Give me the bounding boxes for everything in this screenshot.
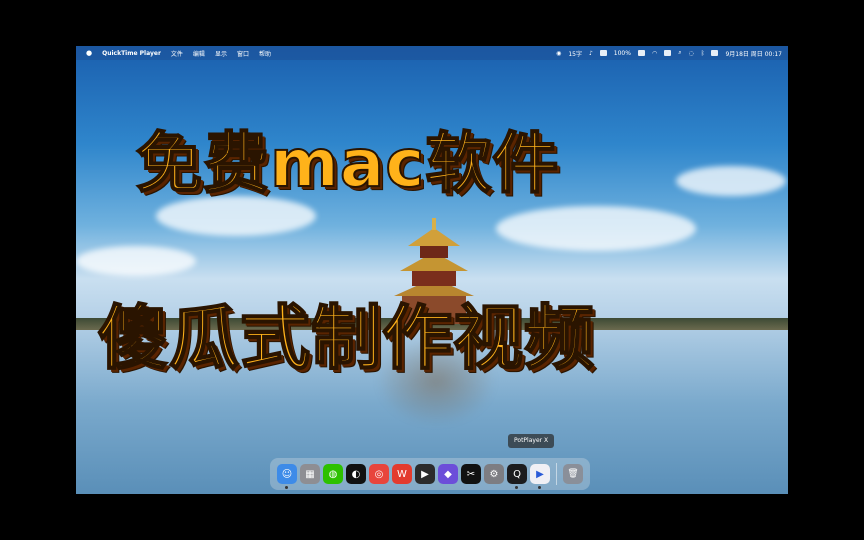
battery-icon[interactable] [637,50,645,56]
wechat-icon[interactable]: ◍ [323,464,343,484]
capcut-icon[interactable]: ✂ [461,464,481,484]
wifi-icon[interactable]: ◠ [652,50,657,57]
running-indicator [285,486,288,489]
apple-menu-icon[interactable]: ● [86,49,92,57]
clock[interactable]: 9月18日 周日 00:17 [725,49,782,58]
battery-percent[interactable]: 100% [614,50,631,57]
chrome-icon[interactable]: ◎ [369,464,389,484]
title-line-2: 傻瓜式制作视频 [97,296,595,380]
bluetooth-icon[interactable]: ᛒ [701,50,705,57]
system-settings-icon[interactable]: ⚙ [484,464,504,484]
menu-edit[interactable]: 编辑 [193,49,205,58]
title-line-1: 免费mac软件 [135,124,560,203]
display-icon[interactable] [599,50,607,56]
screen-mirror-icon[interactable] [711,50,719,56]
quicktime-icon[interactable]: Q [507,464,527,489]
control-center-icon[interactable] [664,50,672,56]
microphone-icon[interactable]: ♪ [589,50,593,57]
cloud [496,206,696,251]
dock: ☺ ▦ ◍ ◐ ◎ W ▶ ◆ ✂ ⚙ Q ▶ 🗑 [270,458,590,490]
user-icon[interactable]: ◌ [689,50,694,57]
photo-app-icon[interactable]: ◆ [438,464,458,484]
dock-separator [556,463,557,485]
launchpad-icon[interactable]: ▦ [300,464,320,484]
potplayer-icon[interactable]: ▶ [530,464,550,489]
desktop: ● QuickTime Player 文件 编辑 显示 窗口 帮助 ◉ 15字 … [76,46,788,494]
dock-tooltip: PotPlayer X [508,434,555,448]
running-indicator [515,486,518,489]
finder-icon[interactable]: ☺ [277,464,297,489]
record-icon[interactable]: ◉ [556,50,561,57]
wps-icon[interactable]: W [392,464,412,484]
menu-window[interactable]: 窗口 [237,49,249,58]
menu-file[interactable]: 文件 [171,49,183,58]
word-count[interactable]: 15字 [568,49,582,58]
running-indicator [538,486,541,489]
qq-icon[interactable]: ◐ [346,464,366,484]
menu-help[interactable]: 帮助 [259,49,271,58]
cloud [76,246,196,276]
final-cut-icon[interactable]: ▶ [415,464,435,484]
trash-icon[interactable]: 🗑 [563,464,583,484]
menu-view[interactable]: 显示 [215,49,227,58]
search-icon[interactable]: ⌕ [678,49,681,57]
cloud [676,166,786,196]
menu-bar: ● QuickTime Player 文件 编辑 显示 窗口 帮助 ◉ 15字 … [76,46,788,60]
app-menu[interactable]: QuickTime Player [102,50,161,57]
